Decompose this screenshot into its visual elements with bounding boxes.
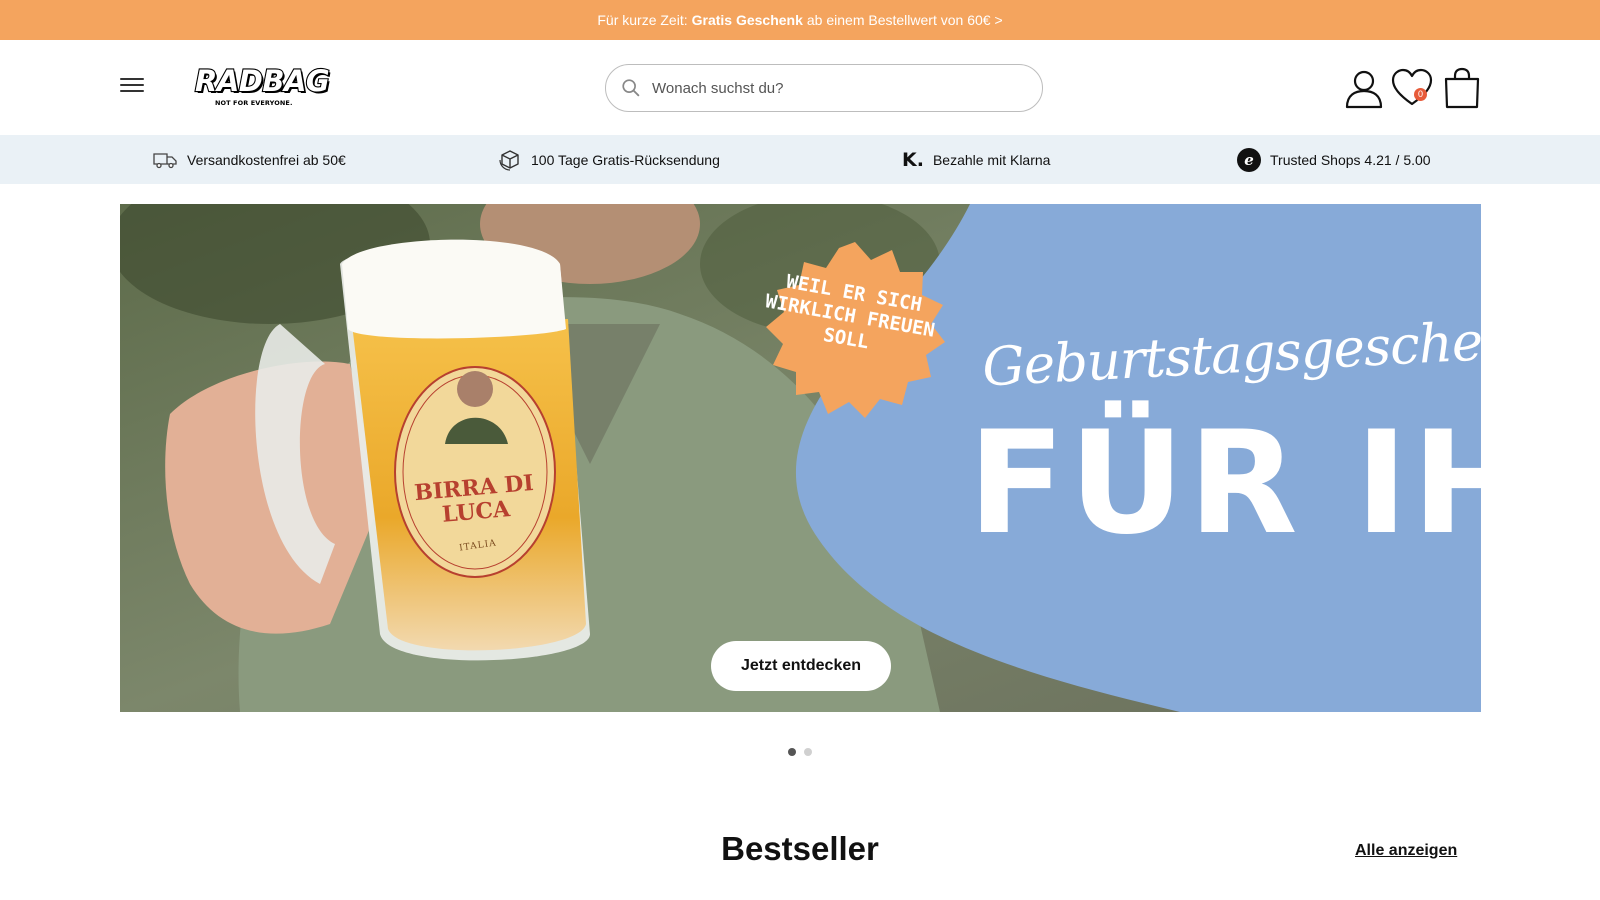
- hero-cta-button[interactable]: Jetzt entdecken: [711, 641, 891, 691]
- site-header: RADBAG NOT FOR EVERYONE. 0: [0, 40, 1600, 135]
- hero-title: FÜR IHN: [968, 401, 1481, 566]
- carousel-dot-1[interactable]: [788, 748, 796, 756]
- hero-banner[interactable]: WEIL ER SICH WIRKLICH FREUEN SOLL BIRRA …: [120, 204, 1481, 712]
- view-all-link[interactable]: Alle anzeigen: [1355, 842, 1457, 860]
- usp-label: 100 Tage Gratis-Rücksendung: [531, 151, 720, 168]
- return-box-icon: [499, 149, 519, 171]
- usp-label: Trusted Shops 4.21 / 5.00: [1270, 151, 1431, 168]
- trusted-shops-icon: e: [1237, 147, 1261, 172]
- shopping-bag-icon[interactable]: [1440, 66, 1484, 110]
- promo-bar[interactable]: Für kurze Zeit: Gratis Geschenk ab einem…: [0, 0, 1600, 40]
- radbag-logo[interactable]: RADBAG NOT FOR EVERYONE.: [194, 64, 331, 111]
- klarna-icon: K.: [902, 148, 924, 171]
- usp-item-returns: 100 Tage Gratis-Rücksendung: [498, 135, 720, 184]
- usp-label: Versandkostenfrei ab 50€: [187, 151, 346, 168]
- account-icon[interactable]: [1342, 66, 1386, 110]
- search-bar[interactable]: [605, 64, 1043, 112]
- carousel-dot-2[interactable]: [804, 748, 812, 756]
- usp-item-klarna: K. Bezahle mit Klarna: [902, 135, 1050, 184]
- hamburger-menu-icon[interactable]: [120, 78, 144, 98]
- usp-item-trusted-shops[interactable]: e Trusted Shops 4.21 / 5.00: [1237, 135, 1431, 184]
- carousel-dots: [788, 748, 812, 756]
- promo-prefix: Für kurze Zeit:: [597, 12, 688, 28]
- truck-icon: [153, 152, 177, 168]
- usp-bar: Versandkostenfrei ab 50€ 100 Tage Gratis…: [0, 135, 1600, 184]
- promo-suffix: ab einem Bestellwert von 60€ >: [806, 12, 1003, 28]
- wishlist-heart-icon[interactable]: 0: [1390, 66, 1434, 110]
- usp-label: Bezahle mit Klarna: [932, 151, 1051, 168]
- search-icon: [622, 79, 640, 97]
- promo-highlight: Gratis Geschenk: [691, 12, 803, 28]
- logo-wordmark: RADBAG: [194, 64, 331, 98]
- usp-item-shipping: Versandkostenfrei ab 50€: [152, 135, 346, 184]
- search-input[interactable]: [652, 79, 1012, 97]
- logo-tagline: NOT FOR EVERYONE.: [215, 99, 293, 107]
- wishlist-count-badge: 0: [1414, 88, 1427, 101]
